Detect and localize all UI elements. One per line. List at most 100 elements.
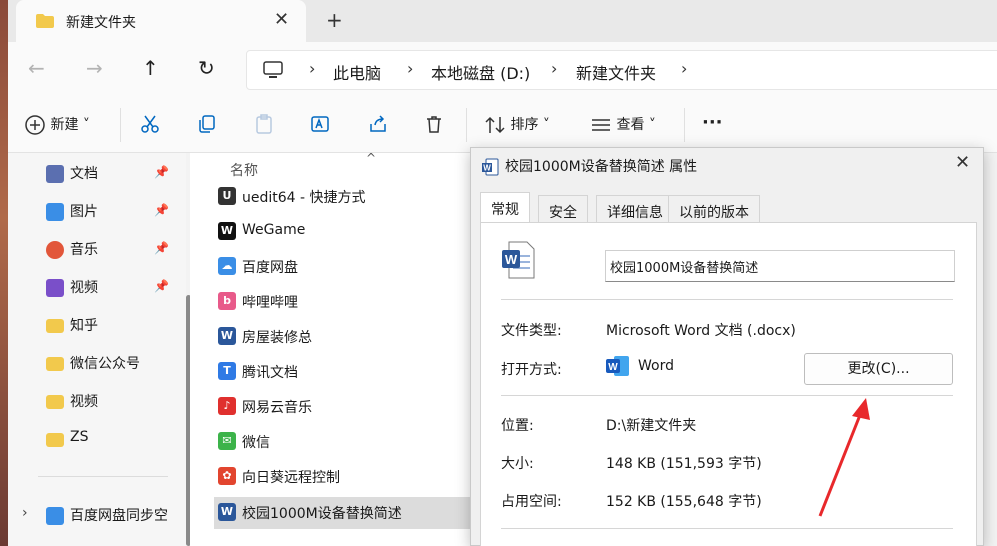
share-icon (370, 115, 386, 132)
file-name: WeGame (242, 222, 306, 238)
forward-button[interactable]: → (86, 56, 103, 80)
sort-button[interactable]: 排序 ˅ (484, 114, 550, 135)
tencent-docs-icon: T (218, 362, 236, 380)
address-bar[interactable]: › 此电脑 › 本地磁盘 (D:) › 新建文件夹 › (246, 50, 997, 90)
file-row[interactable]: b 哔哩哔哩 (214, 286, 476, 318)
location-label: 位置: (501, 418, 534, 434)
new-tab-button[interactable]: + (326, 8, 343, 32)
copy-button[interactable] (197, 114, 217, 134)
word-doc-icon: W (218, 503, 236, 521)
tab-new-folder[interactable]: 新建文件夹 ✕ (16, 0, 306, 42)
file-row-selected[interactable]: W 校园1000M设备替换简述 (214, 497, 476, 529)
open-with-value: Word (638, 358, 674, 374)
properties-dialog: W 校园1000M设备替换简述 属性 ✕ 常规 安全 详细信息 以前的版本 W … (470, 147, 984, 546)
tab-previous-versions[interactable]: 以前的版本 (668, 195, 760, 223)
new-button-label: 新建 (50, 117, 79, 133)
location-value: D:\新建文件夹 (606, 418, 697, 434)
folder-icon (46, 433, 64, 447)
pin-icon[interactable]: 📌 (154, 203, 169, 217)
toolbar-divider (120, 108, 121, 142)
file-row[interactable]: W 房屋装修总 (214, 321, 476, 353)
sort-icon (485, 116, 505, 134)
tab-details[interactable]: 详细信息 (596, 195, 674, 223)
file-name: 向日葵远程控制 (242, 470, 340, 486)
plus-circle-icon (25, 115, 45, 135)
divider (501, 395, 953, 396)
view-button[interactable]: 查看 ˅ (590, 114, 656, 135)
file-type-label: 文件类型: (501, 323, 562, 339)
breadcrumb-this-pc[interactable]: 此电脑 (333, 60, 381, 84)
view-button-label: 查看 (616, 117, 645, 133)
delete-button[interactable] (424, 114, 444, 134)
dialog-title: 校园1000M设备替换简述 属性 (505, 159, 698, 175)
file-name: 哔哩哔哩 (242, 295, 298, 311)
rename-icon (311, 116, 329, 132)
file-row[interactable]: ☁ 百度网盘 (214, 251, 476, 283)
change-button[interactable]: 更改(C)... (804, 353, 953, 385)
documents-icon (46, 165, 64, 183)
column-header-name[interactable]: 名称 (230, 160, 258, 180)
pictures-icon (46, 203, 64, 221)
this-pc-icon (263, 60, 283, 84)
general-panel: W 校园1000M设备替换简述 文件类型: Microsoft Word 文档 … (480, 222, 977, 546)
file-row[interactable]: T 腾讯文档 (214, 356, 476, 388)
file-name: 百度网盘 (242, 260, 298, 276)
toolbar-divider (684, 108, 685, 142)
sidebar-item-label: 知乎 (70, 318, 98, 334)
sidebar-item-label: 视频 (70, 394, 98, 410)
file-row[interactable]: U uedit64 - 快捷方式 (214, 181, 476, 213)
file-row[interactable]: ♪ 网易云音乐 (214, 391, 476, 423)
svg-text:W: W (483, 164, 491, 173)
sidebar-item-label: 文档 (70, 166, 98, 182)
folder-icon (46, 357, 64, 371)
pin-icon[interactable]: 📌 (154, 165, 169, 179)
share-button[interactable] (368, 114, 388, 134)
expand-chevron-icon[interactable]: › (22, 505, 28, 521)
cut-button[interactable] (140, 114, 160, 134)
breadcrumb-separator: › (551, 59, 558, 78)
new-button[interactable]: 新建 ˅ (24, 114, 90, 136)
pin-icon[interactable]: 📌 (154, 241, 169, 255)
bilibili-icon: b (218, 292, 236, 310)
file-row[interactable]: ✿ 向日葵远程控制 (214, 461, 476, 493)
desktop-wallpaper (0, 0, 8, 546)
sort-ascending-icon: ^ (366, 151, 377, 165)
file-list: 名称 ^ U uedit64 - 快捷方式 W WeGame ☁ 百度网盘 b … (190, 151, 480, 546)
file-name: uedit64 - 快捷方式 (242, 190, 366, 206)
breadcrumb-new-folder[interactable]: 新建文件夹 (576, 60, 656, 84)
divider (501, 528, 953, 529)
back-button[interactable]: ← (28, 56, 45, 80)
paste-button[interactable] (254, 114, 274, 134)
tab-general[interactable]: 常规 (480, 192, 530, 223)
breadcrumb-drive-d[interactable]: 本地磁盘 (D:) (431, 60, 530, 84)
wechat-icon: ✉ (218, 432, 236, 450)
disk-size-label: 占用空间: (501, 494, 562, 510)
word-doc-icon: W (481, 158, 499, 180)
refresh-button[interactable]: ↻ (198, 56, 215, 80)
pin-icon[interactable]: 📌 (154, 279, 169, 293)
close-tab-icon[interactable]: ✕ (274, 9, 289, 30)
file-type-value: Microsoft Word 文档 (.docx) (606, 323, 796, 339)
close-icon[interactable]: ✕ (955, 152, 970, 173)
filename-input[interactable]: 校园1000M设备替换简述 (605, 250, 955, 282)
file-name: 腾讯文档 (242, 365, 298, 381)
word-doc-icon: W (501, 241, 535, 283)
svg-text:W: W (608, 362, 618, 373)
music-icon (46, 241, 64, 259)
word-app-icon: W (606, 355, 630, 381)
videos-icon (46, 279, 64, 297)
file-row[interactable]: W WeGame (214, 216, 476, 248)
sidebar-item-label: 视频 (70, 280, 98, 296)
file-row[interactable]: ✉ 微信 (214, 426, 476, 458)
tab-security[interactable]: 安全 (538, 195, 588, 223)
more-options-icon[interactable]: ··· (702, 112, 723, 133)
sidebar-item-label: 音乐 (70, 242, 98, 258)
clipboard-icon (256, 114, 272, 134)
wegame-icon: W (218, 222, 236, 240)
divider (501, 299, 953, 300)
rename-button[interactable] (310, 114, 330, 134)
scissors-icon (141, 115, 159, 133)
netease-music-icon: ♪ (218, 397, 236, 415)
annotation-arrow-icon (818, 398, 870, 517)
up-button[interactable]: ↑ (142, 56, 159, 80)
